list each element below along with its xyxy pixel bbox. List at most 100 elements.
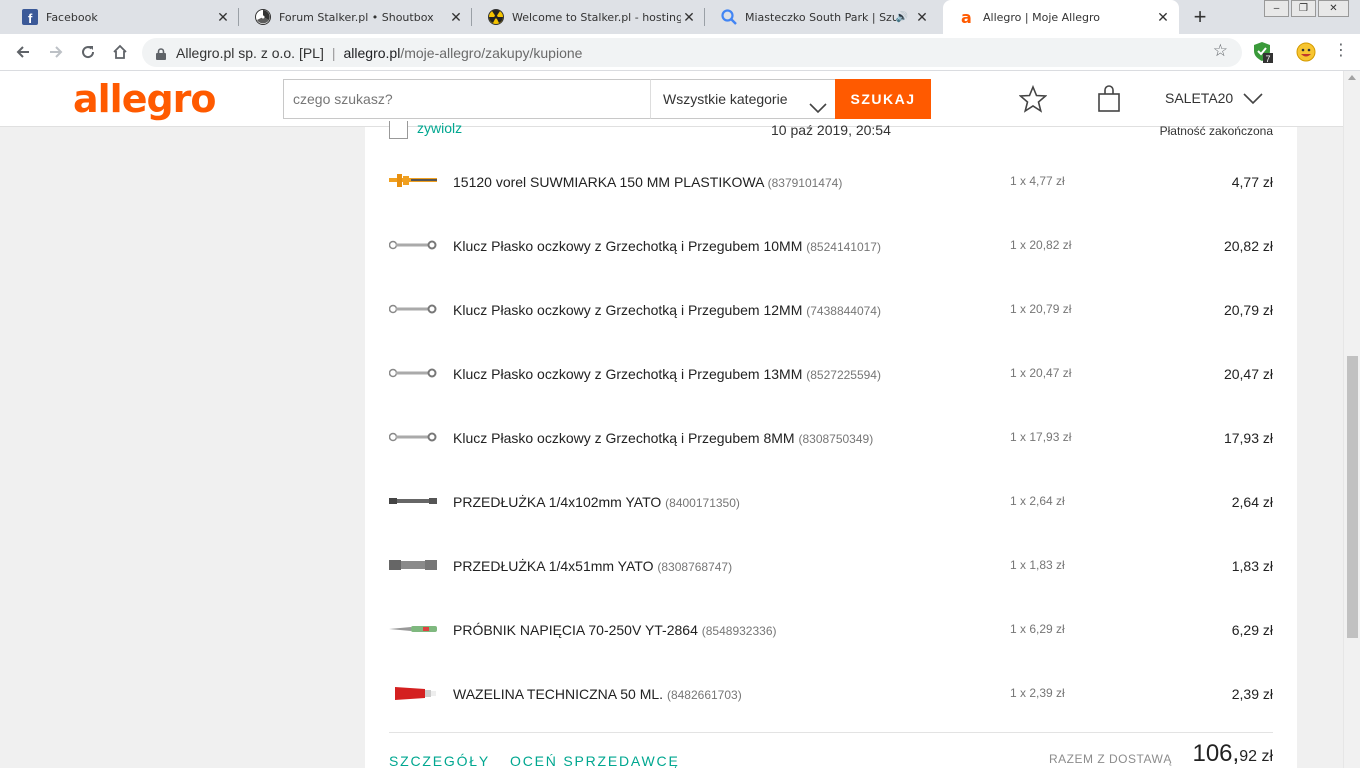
item-price: 6,29 zł bbox=[1231, 622, 1273, 638]
bookmark-star-icon[interactable]: ☆ bbox=[1213, 41, 1228, 61]
item-name[interactable]: Klucz Płasko oczkowy z Grzechotką i Prze… bbox=[453, 302, 881, 318]
item-name[interactable]: PRÓBNIK NAPIĘCIA 70-250V YT-2864 (854893… bbox=[453, 622, 777, 638]
item-name[interactable]: 15120 vorel SUWMIARKA 150 MM PLASTIKOWA … bbox=[453, 174, 842, 190]
speaker-icon[interactable]: 🔊 bbox=[896, 12, 908, 23]
tab-facebook[interactable]: f Facebook ✕ bbox=[6, 0, 239, 34]
forward-button[interactable] bbox=[44, 40, 68, 64]
item-id: (8482661703) bbox=[666, 688, 742, 702]
rate-seller-link[interactable]: OCEŃ SPRZEDAWCĘ bbox=[510, 753, 680, 768]
order-item: Klucz Płasko oczkowy z Grzechotką i Prze… bbox=[389, 213, 1273, 277]
tab-welcome-stalker[interactable]: Welcome to Stalker.pl - hosting zdj ✕ bbox=[472, 0, 705, 34]
item-id: (8308750349) bbox=[798, 432, 874, 446]
menu-kebab-icon[interactable]: ⋮ bbox=[1333, 43, 1349, 59]
restore-button[interactable]: ❐ bbox=[1291, 0, 1316, 17]
wrench-thumbnail[interactable] bbox=[389, 363, 437, 383]
home-button[interactable] bbox=[108, 40, 132, 64]
voltage-tester-thumbnail[interactable] bbox=[389, 619, 437, 639]
order-item: Klucz Płasko oczkowy z Grzechotką i Prze… bbox=[389, 405, 1273, 469]
item-name[interactable]: Klucz Płasko oczkowy z Grzechotką i Prze… bbox=[453, 430, 873, 446]
item-quantity: 1 x 20,47 zł bbox=[1010, 366, 1072, 380]
user-menu[interactable]: SALETA20 bbox=[1165, 90, 1233, 106]
order-checkbox[interactable] bbox=[389, 121, 408, 139]
item-id: (8527225594) bbox=[806, 368, 881, 382]
category-select[interactable]: Wszystkie kategorie bbox=[650, 79, 836, 119]
order-card: zywiolz 10 paź 2019, 20:54 Płatność zako… bbox=[365, 120, 1297, 768]
item-name[interactable]: PRZEDŁUŻKA 1/4x51mm YATO (8308768747) bbox=[453, 558, 732, 574]
tab-title: Miasteczko South Park | Szuka bbox=[745, 10, 896, 24]
item-price: 4,77 zł bbox=[1231, 174, 1273, 190]
item-id: (8400171350) bbox=[665, 496, 740, 510]
total-integer: 106, bbox=[1192, 740, 1240, 767]
item-quantity: 1 x 20,82 zł bbox=[1010, 238, 1072, 252]
category-value: Wszystkie kategorie bbox=[663, 91, 788, 107]
item-price: 20,47 zł bbox=[1223, 366, 1273, 382]
search-input[interactable]: czego szukasz? bbox=[283, 79, 651, 119]
chevron-down-icon[interactable] bbox=[1243, 91, 1263, 110]
item-name[interactable]: Klucz Płasko oczkowy z Grzechotką i Prze… bbox=[453, 238, 881, 254]
item-name[interactable]: WAZELINA TECHNICZNA 50 ML. (8482661703) bbox=[453, 686, 742, 702]
radiation-yellow-icon bbox=[488, 9, 504, 25]
order-item: WAZELINA TECHNICZNA 50 ML. (8482661703) … bbox=[389, 661, 1273, 725]
close-icon[interactable]: ✕ bbox=[215, 9, 231, 26]
total-decimal: 92 zł bbox=[1239, 748, 1273, 765]
scroll-thumb[interactable] bbox=[1347, 356, 1358, 638]
address-separator: | bbox=[331, 44, 336, 61]
close-icon[interactable]: ✕ bbox=[448, 9, 464, 26]
facebook-icon: f bbox=[22, 9, 38, 25]
page-scrollbar[interactable] bbox=[1343, 71, 1360, 768]
grease-tube-thumbnail[interactable] bbox=[389, 683, 437, 703]
tab-allegro[interactable]: a Allegro | Moje Allegro ✕ bbox=[943, 0, 1179, 34]
shield-extension-icon[interactable]: 7 bbox=[1253, 41, 1275, 68]
scroll-up-arrow-icon[interactable] bbox=[1348, 75, 1356, 80]
order-item: PRZEDŁUŻKA 1/4x51mm YATO (8308768747) 1 … bbox=[389, 533, 1273, 597]
close-icon[interactable]: ✕ bbox=[681, 9, 697, 26]
order-total: 106,92 zł bbox=[1192, 740, 1273, 768]
payment-status: Płatność zakończona bbox=[1159, 124, 1273, 138]
close-window-button[interactable]: ✕ bbox=[1318, 0, 1349, 17]
summary-divider bbox=[389, 732, 1273, 733]
close-icon[interactable]: ✕ bbox=[914, 9, 930, 26]
item-price: 2,39 zł bbox=[1231, 686, 1273, 702]
order-item: 15120 vorel SUWMIARKA 150 MM PLASTIKOWA … bbox=[389, 149, 1273, 213]
item-id: (8308768747) bbox=[657, 560, 733, 574]
url-domain: allegro.pl bbox=[343, 44, 401, 61]
details-link[interactable]: SZCZEGÓŁY bbox=[389, 753, 490, 768]
address-bar[interactable]: Allegro.pl sp. z o.o. [PL] | allegro.pl /… bbox=[142, 38, 1242, 67]
item-name[interactable]: PRZEDŁUŻKA 1/4x102mm YATO (8400171350) bbox=[453, 494, 740, 510]
wrench-thumbnail[interactable] bbox=[389, 299, 437, 319]
item-price: 1,83 zł bbox=[1231, 558, 1273, 574]
lock-icon[interactable] bbox=[156, 47, 166, 60]
wrench-thumbnail[interactable] bbox=[389, 235, 437, 255]
tab-forum-stalker[interactable]: Forum Stalker.pl • Shoutbox ✕ bbox=[239, 0, 472, 34]
item-name[interactable]: Klucz Płasko oczkowy z Grzechotką i Prze… bbox=[453, 366, 881, 382]
tab-title: Welcome to Stalker.pl - hosting zdj bbox=[512, 10, 681, 24]
tab-south-park[interactable]: Miasteczko South Park | Szuka 🔊 ✕ bbox=[705, 0, 938, 34]
svg-text:f: f bbox=[28, 11, 33, 25]
search-button[interactable]: SZUKAJ bbox=[835, 79, 931, 119]
order-date: 10 paź 2019, 20:54 bbox=[771, 122, 891, 138]
minimize-button[interactable]: – bbox=[1264, 0, 1289, 17]
cart-bag-icon[interactable] bbox=[1097, 85, 1121, 118]
seller-link[interactable]: zywiolz bbox=[417, 120, 462, 136]
site-organization: Allegro.pl sp. z o.o. [PL] bbox=[176, 44, 324, 61]
caliper-thumbnail[interactable] bbox=[389, 171, 437, 191]
allegro-logo[interactable]: allegro bbox=[73, 77, 217, 121]
item-id: (8379101474) bbox=[767, 176, 843, 190]
back-button[interactable] bbox=[11, 40, 35, 64]
extension-bar-thumbnail[interactable] bbox=[389, 555, 437, 575]
reload-button[interactable] bbox=[76, 40, 100, 64]
order-item: Klucz Płasko oczkowy z Grzechotką i Prze… bbox=[389, 341, 1273, 405]
close-icon[interactable]: ✕ bbox=[1155, 9, 1171, 26]
emoji-extension-icon[interactable] bbox=[1296, 42, 1316, 67]
order-item: PRÓBNIK NAPIĘCIA 70-250V YT-2864 (854893… bbox=[389, 597, 1273, 661]
item-price: 20,82 zł bbox=[1223, 238, 1273, 254]
tab-title: Forum Stalker.pl • Shoutbox bbox=[279, 10, 434, 24]
item-quantity: 1 x 6,29 zł bbox=[1010, 622, 1065, 636]
extension-bar-thumbnail[interactable] bbox=[389, 491, 437, 511]
wrench-thumbnail[interactable] bbox=[389, 427, 437, 447]
total-label: RAZEM Z DOSTAWĄ bbox=[1049, 752, 1172, 766]
svg-text:a: a bbox=[961, 9, 972, 25]
new-tab-button[interactable]: + bbox=[1188, 4, 1212, 30]
watchlist-star-icon[interactable] bbox=[1018, 84, 1048, 118]
item-price: 17,93 zł bbox=[1223, 430, 1273, 446]
